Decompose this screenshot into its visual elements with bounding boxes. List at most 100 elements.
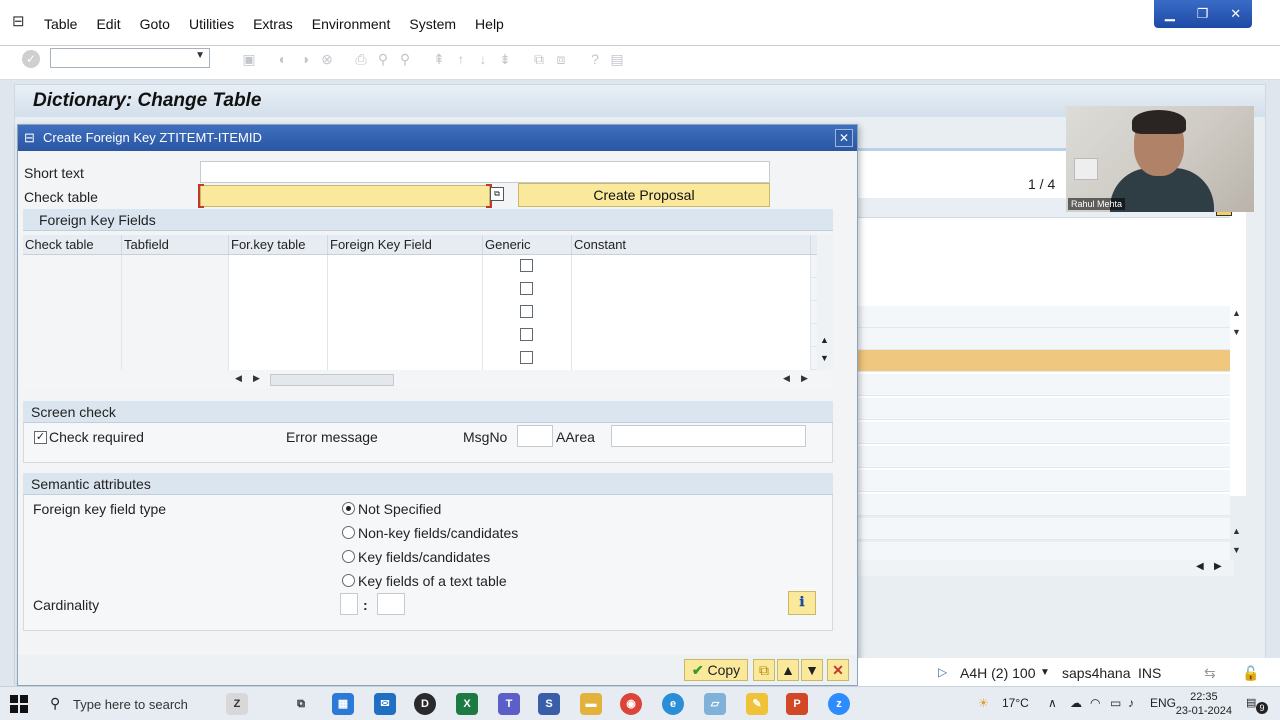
dell-icon[interactable]: D bbox=[414, 693, 436, 715]
menu-utilities[interactable]: Utilities bbox=[189, 16, 234, 32]
scroll-left-icon[interactable]: ◀ bbox=[783, 373, 790, 384]
lock-icon[interactable]: 🔓 bbox=[1242, 665, 1259, 682]
cardinality-right-input[interactable] bbox=[377, 593, 405, 615]
file-explorer-icon[interactable]: ▬ bbox=[580, 693, 602, 715]
create-proposal-button[interactable]: Create Proposal bbox=[518, 183, 770, 207]
short-text-input[interactable] bbox=[200, 161, 770, 183]
cancel-icon[interactable]: ✕ bbox=[827, 659, 849, 681]
scroll-up-icon[interactable]: ▲ bbox=[820, 335, 829, 345]
cell-constant[interactable] bbox=[572, 301, 811, 324]
info-icon[interactable]: ℹ bbox=[788, 591, 816, 615]
scroll-down-icon[interactable]: ▼ bbox=[1232, 327, 1241, 337]
col-tabfield[interactable]: Tabfield bbox=[122, 235, 229, 254]
scroll-right-icon[interactable]: ▶ bbox=[801, 373, 808, 384]
mail-icon[interactable]: ✉ bbox=[374, 693, 396, 715]
cell-constant[interactable] bbox=[572, 347, 811, 370]
first-page-icon[interactable]: ⇞ bbox=[430, 50, 448, 68]
menu-extras[interactable]: Extras bbox=[253, 16, 293, 32]
cell-forkey-table[interactable] bbox=[229, 255, 328, 278]
language-indicator[interactable]: ENG bbox=[1150, 696, 1176, 710]
layout-icon[interactable]: ▤ bbox=[608, 50, 626, 68]
restore-icon[interactable]: ❐ bbox=[1197, 6, 1209, 22]
help-icon[interactable]: ? bbox=[586, 50, 604, 68]
zoom-icon[interactable]: z bbox=[828, 693, 850, 715]
check-table-input[interactable] bbox=[200, 185, 490, 207]
msgno-input[interactable] bbox=[517, 425, 553, 447]
exit-icon[interactable]: ◑ bbox=[296, 50, 314, 68]
cell-foreign-key-field[interactable] bbox=[328, 301, 483, 324]
radio-key-fields-text-table[interactable] bbox=[342, 574, 355, 587]
scroll-left-icon[interactable]: ◀ bbox=[1196, 561, 1204, 572]
col-forkey-table[interactable]: For.key table bbox=[229, 235, 328, 254]
teams-icon[interactable]: T bbox=[498, 693, 520, 715]
scroll-down-icon[interactable]: ▼ bbox=[820, 353, 829, 363]
move-up-icon[interactable]: ▲ bbox=[777, 659, 799, 681]
excel-icon[interactable]: X bbox=[456, 693, 478, 715]
cell-forkey-table[interactable] bbox=[229, 301, 328, 324]
close-window-icon[interactable]: ✕ bbox=[1230, 6, 1241, 22]
cell-constant[interactable] bbox=[572, 278, 811, 301]
command-field[interactable]: ▼ bbox=[50, 48, 210, 68]
powerpoint-icon[interactable]: P bbox=[786, 693, 808, 715]
check-required-checkbox[interactable]: ✓ bbox=[34, 431, 47, 444]
radio-key-fields[interactable] bbox=[342, 550, 355, 563]
cell-constant[interactable] bbox=[572, 324, 811, 347]
cell-foreign-key-field[interactable] bbox=[328, 255, 483, 278]
menu-system[interactable]: System bbox=[409, 16, 456, 32]
battery-icon[interactable]: ▭ bbox=[1110, 696, 1121, 710]
scroll-up-icon[interactable]: ▲ bbox=[1232, 308, 1241, 318]
sap-menu-icon[interactable]: ⊟ bbox=[12, 12, 30, 30]
cell-constant[interactable] bbox=[572, 255, 811, 278]
cancel-icon[interactable]: ⊗ bbox=[318, 50, 336, 68]
store-icon[interactable]: ▦ bbox=[332, 693, 354, 715]
generic-checkbox[interactable] bbox=[520, 259, 533, 272]
cardinality-left-input[interactable] bbox=[340, 593, 358, 615]
menu-goto[interactable]: Goto bbox=[140, 16, 170, 32]
scrollbar-thumb[interactable] bbox=[270, 374, 394, 386]
windows-start-icon[interactable] bbox=[10, 695, 28, 713]
scroll-right-icon[interactable]: ▶ bbox=[1214, 561, 1222, 572]
clock[interactable]: 22:35 23-01-2024 bbox=[1176, 690, 1232, 718]
table-row[interactable] bbox=[842, 306, 1230, 328]
value-help-icon[interactable]: ⧉ bbox=[490, 187, 504, 201]
generic-checkbox[interactable] bbox=[520, 282, 533, 295]
table-row[interactable] bbox=[842, 470, 1230, 492]
col-generic[interactable]: Generic bbox=[483, 235, 572, 254]
table-row[interactable] bbox=[842, 446, 1230, 468]
scroll-right-icon[interactable]: ▶ bbox=[253, 373, 260, 384]
chrome-icon[interactable]: ◉ bbox=[620, 693, 642, 715]
aarea-input[interactable] bbox=[611, 425, 806, 447]
last-page-icon[interactable]: ⇟ bbox=[496, 50, 514, 68]
cell-foreign-key-field[interactable] bbox=[328, 347, 483, 370]
back-icon[interactable]: ◐ bbox=[274, 50, 292, 68]
minimize-icon[interactable]: ▁ bbox=[1165, 6, 1175, 22]
shortcut-icon[interactable]: ⧈ bbox=[552, 50, 570, 68]
print-icon[interactable]: ⎙ bbox=[352, 50, 370, 68]
cloud-icon[interactable]: ☁ bbox=[1070, 696, 1082, 710]
cell-foreign-key-field[interactable] bbox=[328, 324, 483, 347]
col-check-table[interactable]: Check table bbox=[23, 235, 122, 254]
menu-environment[interactable]: Environment bbox=[312, 16, 391, 32]
copy-button[interactable]: ✔ Copy bbox=[684, 659, 748, 681]
col-foreign-key-field[interactable]: Foreign Key Field bbox=[328, 235, 483, 254]
menu-help[interactable]: Help bbox=[475, 16, 504, 32]
scroll-left-icon[interactable]: ◀ bbox=[235, 373, 242, 384]
sap-gui-icon[interactable]: ▱ bbox=[704, 693, 726, 715]
table-row[interactable] bbox=[842, 518, 1230, 540]
hierarchy-icon[interactable]: ⧉ bbox=[753, 659, 775, 681]
task-view-icon[interactable]: ⧉ bbox=[290, 693, 312, 715]
notifications-icon[interactable]: ▤ bbox=[1246, 696, 1256, 709]
cell-forkey-table[interactable] bbox=[229, 278, 328, 301]
play-icon[interactable]: ▷ bbox=[938, 665, 947, 679]
scroll-down-icon[interactable]: ▼ bbox=[1232, 545, 1241, 555]
table-row[interactable] bbox=[842, 328, 1230, 350]
cell-forkey-table[interactable] bbox=[229, 347, 328, 370]
scroll-up-icon[interactable]: ▲ bbox=[1232, 526, 1241, 536]
table-vertical-scrollbar[interactable]: ▲ ▼ bbox=[817, 235, 833, 369]
find-icon[interactable]: ⚲ bbox=[374, 50, 392, 68]
radio-not-specified[interactable] bbox=[342, 502, 355, 515]
chevron-down-icon[interactable]: ▼ bbox=[195, 50, 205, 61]
move-down-icon[interactable]: ▼ bbox=[801, 659, 823, 681]
radio-non-key-fields[interactable] bbox=[342, 526, 355, 539]
save-icon[interactable]: ▣ bbox=[240, 50, 258, 68]
